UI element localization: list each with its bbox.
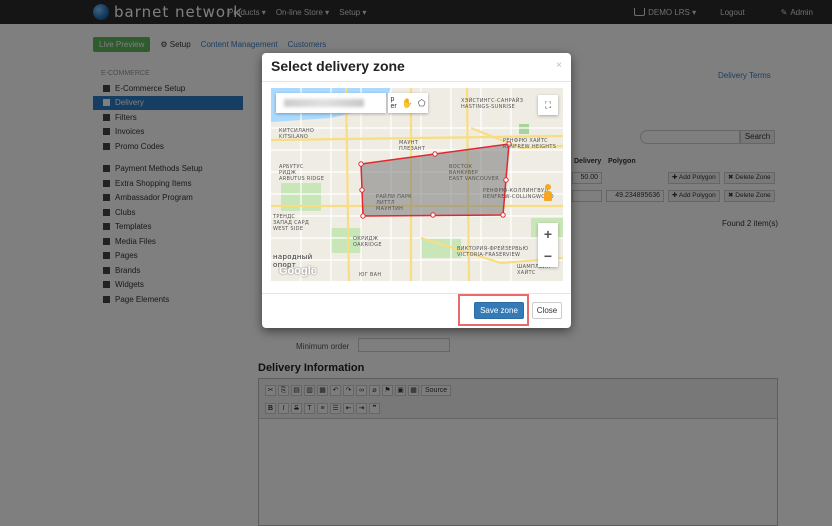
map-label: ВИКТОРИЯ-ФРЕЙЗЕРВЬЮ VICTORIA-FRASERVIEW bbox=[457, 246, 529, 258]
map-tools: р er ✋ ⬠ bbox=[388, 93, 428, 113]
close-button[interactable]: Close bbox=[532, 302, 562, 319]
map-search-partial: р er bbox=[390, 96, 397, 110]
map-label: РАЙЛИ ПАРК ЛИТТЛ МАУНТИН bbox=[376, 194, 413, 212]
map-label: ХЭЙСТИНГС-САНРАЙЗ HASTINGS-SUNRISE bbox=[461, 98, 524, 110]
fullscreen-icon[interactable]: ⛶ bbox=[538, 95, 558, 115]
modal-title: Select delivery zone bbox=[271, 58, 405, 74]
map-label: КИТСИЛАНО KITSILANO bbox=[279, 128, 315, 140]
map-view[interactable]: р er ✋ ⬠ ⛶ КИТСИЛАНО KITSILANO АРБУТУС Р… bbox=[271, 88, 563, 281]
map-label: ТРЕНДС ЗАПАД САРД WEST SIDE bbox=[273, 214, 310, 232]
close-icon[interactable]: × bbox=[556, 60, 562, 71]
map-label: МАУНТ ПЛЕЗАНТ bbox=[399, 140, 426, 152]
draw-shape-icon[interactable]: ⬠ bbox=[418, 98, 426, 109]
zoom-in-button[interactable]: + bbox=[538, 223, 558, 245]
blurred-text bbox=[284, 99, 364, 107]
map-label: РЕНФРЮ ХАЙТС RENFREW HEIGHTS bbox=[503, 138, 557, 150]
street-view-pegman-icon[interactable] bbox=[542, 184, 554, 202]
divider bbox=[262, 81, 571, 82]
zoom-control: + − bbox=[538, 223, 558, 267]
map-label: ОКРИДЖ OAKRIDGE bbox=[353, 236, 382, 248]
map-label: ВОСТОК ВАНКУВЕР EAST VANCOUVER bbox=[449, 164, 499, 182]
hand-icon[interactable]: ✋ bbox=[402, 98, 413, 109]
zoom-out-button[interactable]: − bbox=[538, 245, 558, 267]
map-label: ЮГ ВАН bbox=[359, 272, 382, 278]
save-zone-highlight bbox=[458, 294, 529, 326]
select-delivery-zone-modal: Select delivery zone × р er ✋ ⬠ ⛶ КИТСИЛ… bbox=[262, 53, 571, 328]
map-search-box[interactable] bbox=[276, 93, 386, 113]
map-label: АРБУТУС РИДЖ ARBUTUS RIDGE bbox=[279, 164, 325, 182]
google-logo: Google bbox=[279, 265, 317, 277]
